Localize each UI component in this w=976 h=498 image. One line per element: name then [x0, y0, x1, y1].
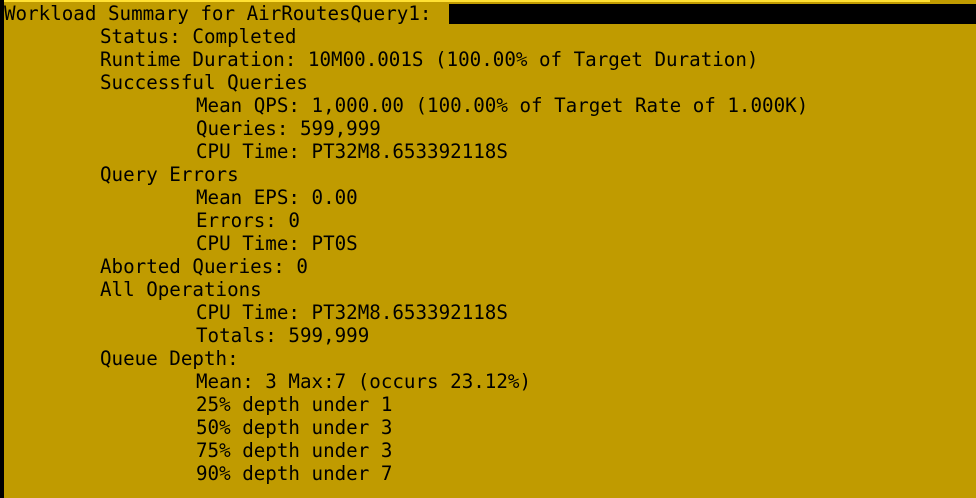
all-operations-heading: All Operations	[100, 278, 262, 301]
queue-depth-p90-line: 90% depth under 7	[196, 462, 393, 485]
queries-count-line: Queries: 599,999	[196, 117, 381, 140]
query-errors-heading: Query Errors	[100, 163, 239, 186]
status-line: Status: Completed	[100, 25, 297, 48]
errors-count-line: Errors: 0	[196, 209, 300, 232]
aborted-queries-line: Aborted Queries: 0	[100, 255, 308, 278]
successful-cpu-time-line: CPU Time: PT32M8.653392118S	[196, 140, 508, 163]
queue-depth-heading: Queue Depth:	[100, 347, 239, 370]
terminal-window[interactable]: Workload Summary for AirRoutesQuery1: St…	[0, 0, 976, 498]
summary-header: Workload Summary for AirRoutesQuery1:	[4, 2, 432, 25]
totals-line: Totals: 599,999	[196, 324, 370, 347]
queue-depth-p25-line: 25% depth under 1	[196, 393, 393, 416]
runtime-duration-line: Runtime Duration: 10M00.001S (100.00% of…	[100, 48, 759, 71]
queue-depth-mean-line: Mean: 3 Max:7 (occurs 23.12%)	[196, 370, 532, 393]
mean-eps-line: Mean EPS: 0.00	[196, 186, 358, 209]
workload-summary-output: Workload Summary for AirRoutesQuery1: St…	[4, 3, 808, 486]
successful-queries-heading: Successful Queries	[100, 71, 308, 94]
queue-depth-p75-line: 75% depth under 3	[196, 439, 393, 462]
queue-depth-p50-line: 50% depth under 3	[196, 416, 393, 439]
all-operations-cpu-time-line: CPU Time: PT32M8.653392118S	[196, 301, 508, 324]
mean-qps-line: Mean QPS: 1,000.00 (100.00% of Target Ra…	[196, 94, 809, 117]
errors-cpu-time-line: CPU Time: PT0S	[196, 232, 358, 255]
